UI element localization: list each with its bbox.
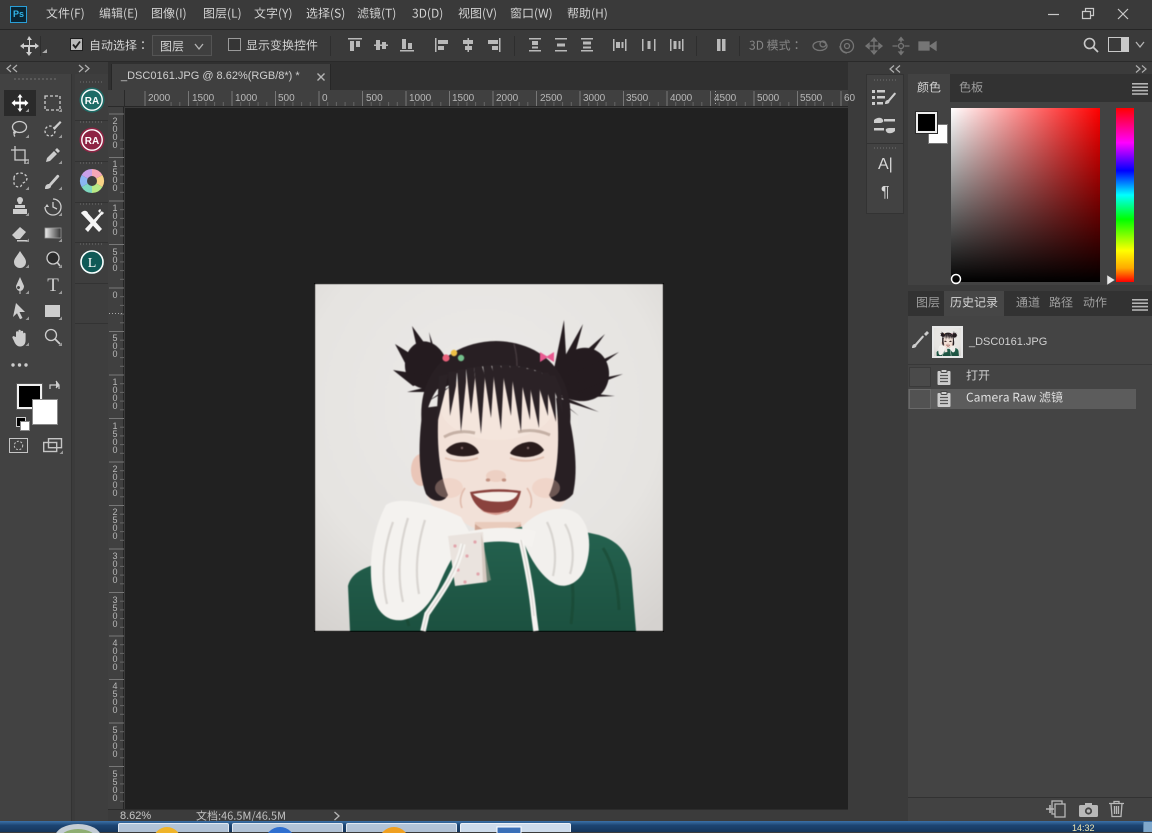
- svg-text:RA: RA: [85, 136, 99, 147]
- svg-text:T: T: [47, 275, 59, 296]
- svg-text:L: L: [88, 256, 97, 271]
- svg-text:RA: RA: [85, 96, 99, 107]
